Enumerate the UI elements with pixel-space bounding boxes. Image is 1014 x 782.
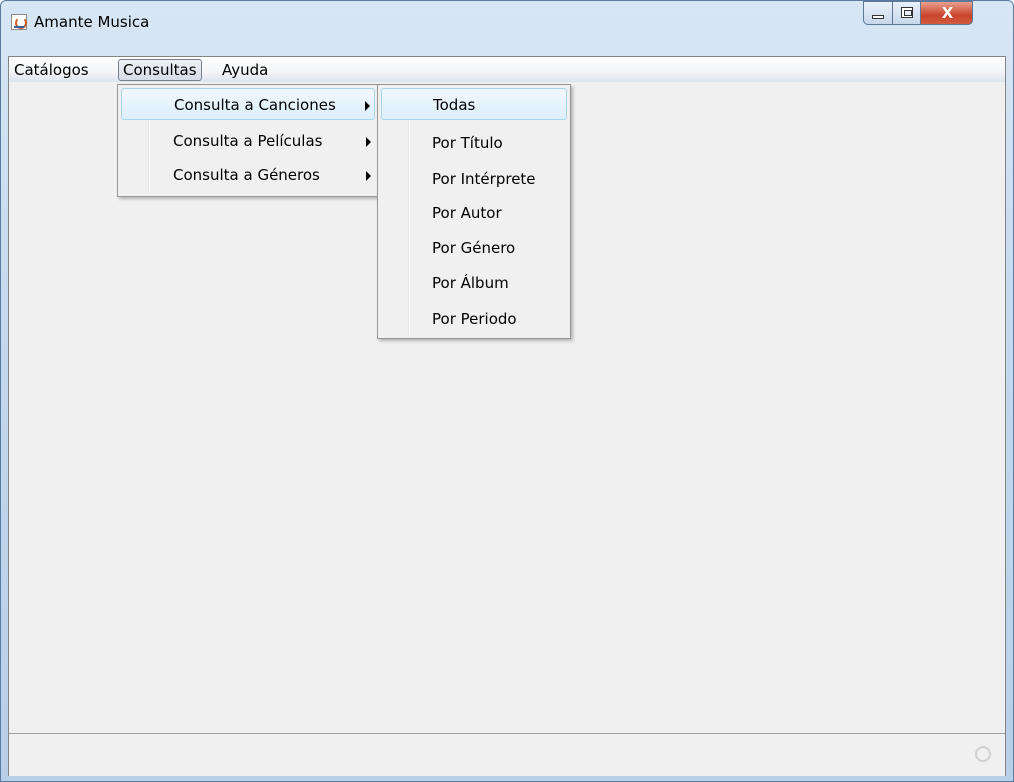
menu-item-label: Consulta a Películas [173, 132, 323, 150]
menu-item-label: Consulta a Canciones [174, 96, 336, 114]
menu-item-por-periodo[interactable]: Por Periodo [381, 303, 567, 335]
submenu-arrow-icon [366, 137, 371, 147]
title-bar[interactable]: Amante Musica X [1, 1, 1013, 42]
status-bar [9, 733, 1005, 776]
close-button[interactable]: X [920, 1, 973, 25]
menu-bar: Catálogos Consultas Ayuda [9, 57, 1005, 82]
menu-item-por-interprete[interactable]: Por Intérprete [381, 163, 567, 195]
close-icon: X [941, 4, 954, 22]
minimize-icon [872, 15, 884, 19]
window-title: Amante Musica [34, 13, 150, 31]
menu-catalogos[interactable]: Catálogos [10, 59, 93, 81]
busy-indicator-icon [975, 746, 991, 762]
maximize-button[interactable] [892, 1, 921, 25]
maximize-icon [901, 7, 913, 18]
minimize-button[interactable] [863, 1, 893, 25]
submenu-arrow-icon [366, 171, 371, 181]
menu-item-consulta-canciones[interactable]: Consulta a Canciones [121, 88, 375, 120]
menu-item-todas[interactable]: Todas [381, 88, 567, 120]
java-icon[interactable] [11, 14, 27, 30]
menu-item-por-titulo[interactable]: Por Título [381, 127, 567, 159]
submenu-arrow-icon [365, 101, 370, 111]
menu-consultas[interactable]: Consultas [118, 59, 202, 81]
menu-item-consulta-generos[interactable]: Consulta a Géneros [121, 159, 375, 191]
consultas-menu: Consulta a Canciones Consulta a Película… [117, 84, 379, 197]
menu-item-por-autor[interactable]: Por Autor [381, 197, 567, 229]
menu-item-consulta-peliculas[interactable]: Consulta a Películas [121, 125, 375, 157]
menu-item-por-album[interactable]: Por Álbum [381, 267, 567, 299]
canciones-submenu: Todas Por Título Por Intérprete Por Auto… [377, 84, 571, 339]
menu-ayuda[interactable]: Ayuda [218, 59, 272, 81]
menu-item-por-genero[interactable]: Por Género [381, 232, 567, 264]
menu-item-label: Consulta a Géneros [173, 166, 320, 184]
